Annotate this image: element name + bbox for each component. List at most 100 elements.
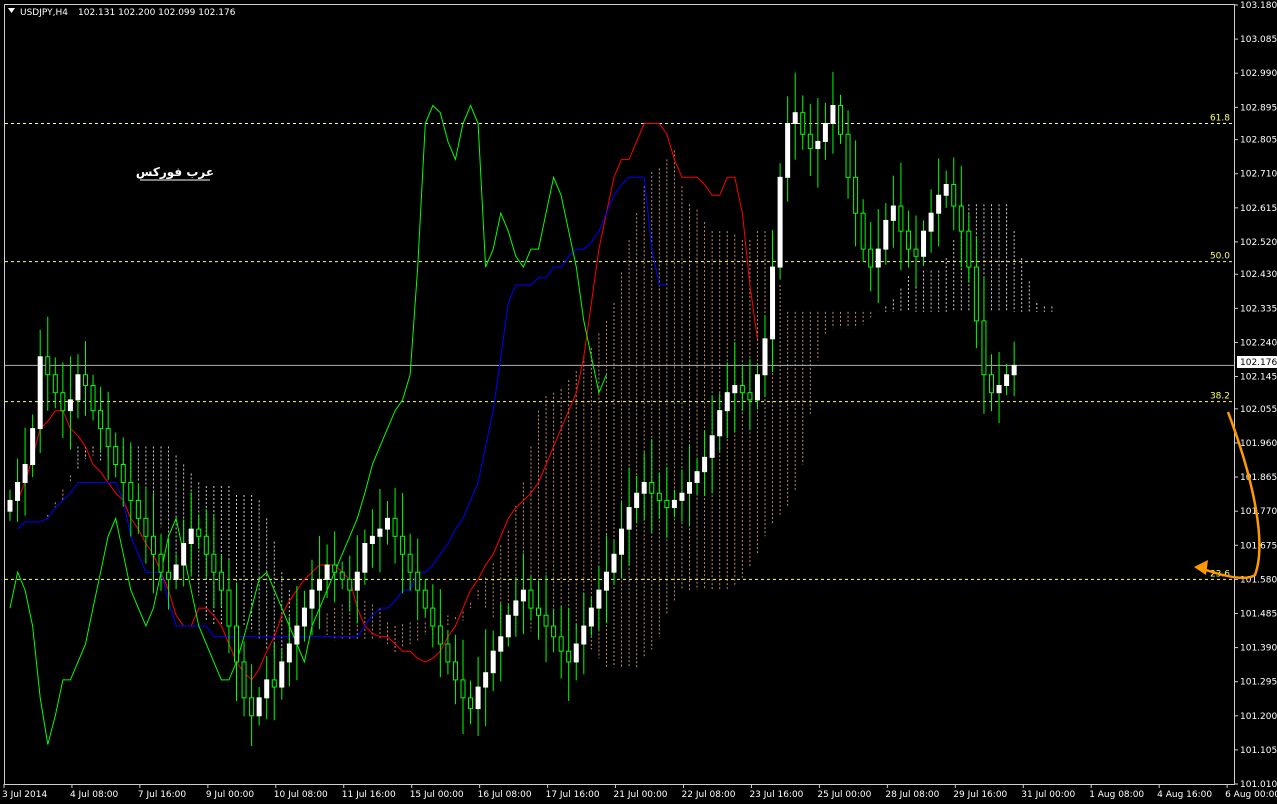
candle-body [1004, 374, 1010, 387]
candle-body [369, 535, 375, 544]
candle-body [37, 356, 43, 430]
candle-body [505, 614, 511, 638]
price-tick-label: 102.430 [1240, 270, 1277, 280]
candle-body [354, 571, 360, 591]
candlestick-chart[interactable]: 61.850.038.223.6 103.180103.085102.99010… [0, 0, 1277, 800]
candle-body [45, 356, 51, 376]
time-tick-label: 1 Aug 08:00 [1089, 790, 1144, 800]
candle-body [332, 564, 338, 573]
candle-body [241, 661, 247, 699]
candle-body [490, 650, 496, 674]
price-tick-label: 102.145 [1240, 373, 1277, 383]
candle-body [1011, 364, 1017, 376]
candle-body [800, 112, 806, 135]
candle-body [422, 589, 428, 609]
candle-body [815, 140, 821, 150]
candle-body [951, 183, 957, 207]
candle-body [626, 507, 632, 530]
candle-body [377, 528, 383, 537]
time-tick-label: 21 Jul 00:00 [614, 790, 668, 800]
candle-body [581, 625, 587, 645]
candle-body [362, 542, 368, 573]
time-tick-label: 4 Aug 16:00 [1157, 790, 1212, 800]
candle-body [671, 499, 677, 509]
candle-body [498, 636, 504, 652]
price-tick-label: 101.200 [1240, 712, 1277, 722]
candle-body [407, 553, 413, 573]
candle-body [75, 374, 81, 401]
candle-body [739, 385, 745, 394]
time-tick-label: 15 Jul 00:00 [410, 790, 464, 800]
chart-window[interactable]: 61.8 50.0 38.2 23.6 103.180 103.085 102.990 10… [0, 0, 1277, 800]
candle-body [483, 672, 489, 688]
candle-body [611, 553, 617, 573]
candle-body [566, 650, 572, 663]
candle-body [679, 492, 685, 501]
watermark-text: عرب فوركس [136, 165, 214, 180]
candle-body [717, 410, 723, 437]
candle-body [958, 205, 964, 232]
time-tick-label: 31 Jul 00:00 [1021, 790, 1075, 800]
candle-body [264, 679, 270, 699]
candle-body [943, 183, 949, 196]
candle-body [868, 248, 874, 268]
candle-body [520, 589, 526, 602]
candle-body [317, 578, 323, 591]
candle-body [475, 686, 481, 710]
price-tick-label: 102.990 [1240, 69, 1277, 79]
candle-body [67, 399, 73, 412]
candle-body [649, 481, 655, 494]
fib-level-label: 38.2 [1210, 392, 1230, 402]
candle-body [890, 205, 896, 221]
candle-body [173, 564, 179, 580]
candle-body [807, 133, 813, 150]
candle-body [603, 571, 609, 591]
candle-body [981, 320, 987, 376]
candle-body [973, 266, 979, 322]
candle-body [966, 230, 972, 268]
candle-body [128, 481, 134, 501]
candle-body [188, 528, 194, 544]
candle-body [747, 392, 753, 401]
price-tick-label: 101.485 [1240, 609, 1277, 619]
candle-body [875, 248, 881, 268]
candle-body [996, 385, 1002, 394]
price-tick-label: 103.085 [1240, 35, 1277, 45]
candle-body [883, 219, 889, 250]
candle-body [30, 428, 36, 466]
candle-body [468, 697, 474, 710]
candle-body [301, 607, 307, 627]
candle-body [105, 428, 111, 448]
candle-body [838, 105, 843, 135]
symbol-label: USDJPY,H4 [20, 8, 68, 18]
candle-body [543, 614, 549, 627]
fib-level-label: 61.8 [1210, 113, 1230, 123]
candle-body [664, 499, 670, 509]
candle-body [445, 643, 451, 663]
candle-body [762, 338, 768, 376]
candle-body [286, 643, 292, 663]
candle-body [98, 410, 104, 430]
candle-body [460, 679, 466, 699]
price-tick-label: 101.295 [1240, 678, 1277, 688]
candle-body [702, 456, 708, 473]
price-tick-label: 102.710 [1240, 170, 1277, 180]
candle-body [113, 446, 119, 466]
candle-body [928, 212, 934, 232]
candle-body [415, 571, 421, 591]
price-tick-label: 101.010 [1240, 780, 1277, 790]
candle-body [234, 625, 239, 663]
candle-body [619, 528, 625, 555]
time-tick-label: 9 Jul 00:00 [206, 790, 255, 800]
candle-body [324, 564, 330, 580]
time-tick-label: 29 Jul 16:00 [953, 790, 1007, 800]
candle-body [211, 553, 217, 573]
candle-body [226, 589, 232, 627]
candle-body [687, 481, 692, 494]
candle-body [309, 589, 315, 609]
time-tick-label: 10 Jul 08:00 [274, 790, 328, 800]
candle-body [437, 625, 443, 645]
candle-body [83, 374, 88, 387]
candle-body [822, 122, 828, 142]
candle-body [392, 517, 398, 537]
